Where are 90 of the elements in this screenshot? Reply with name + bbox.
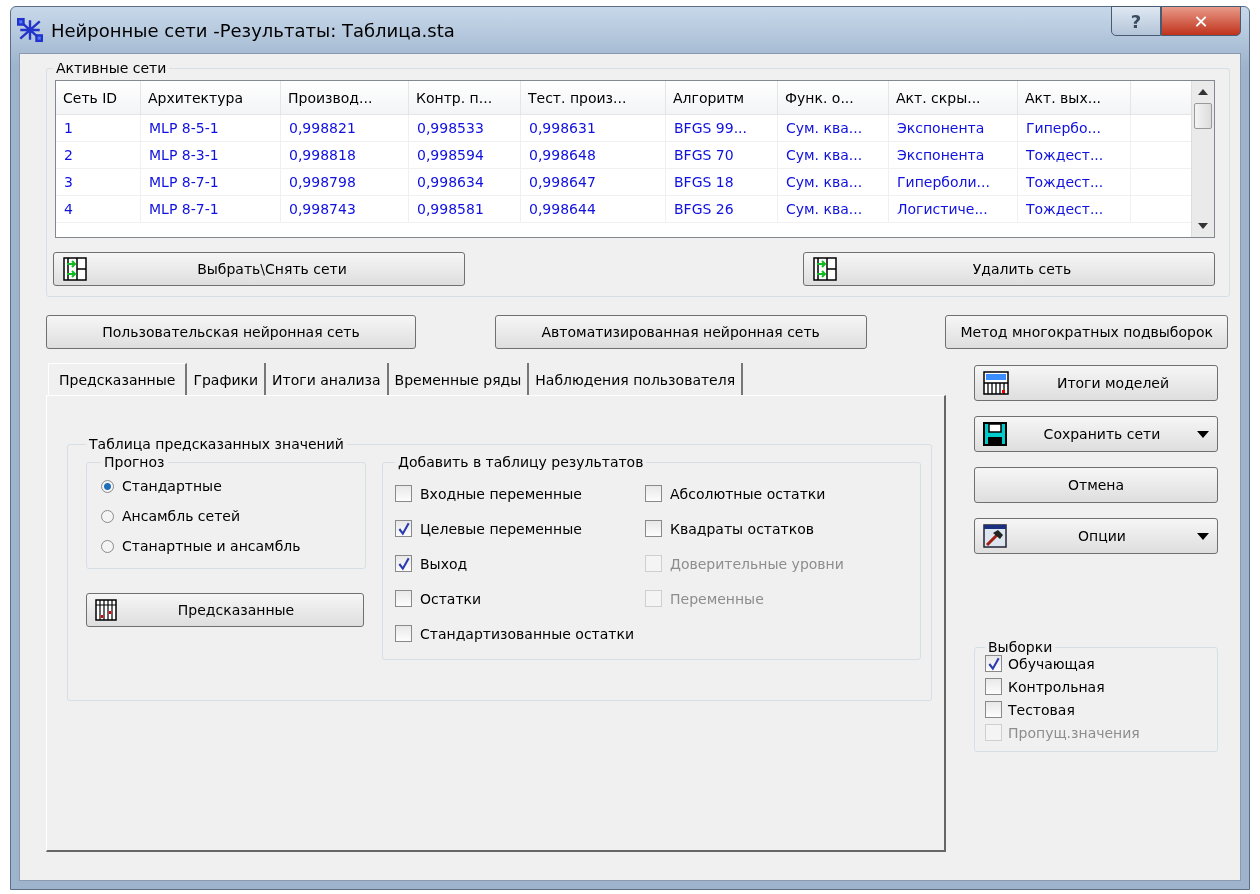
column-header[interactable]: Архитектура	[141, 81, 281, 114]
table-cell: MLP 8-7-1	[141, 196, 281, 222]
window-title: Нейронные сети -Результаты: Таблица.sta	[51, 19, 455, 41]
scroll-thumb[interactable]	[1194, 103, 1212, 129]
summary-button[interactable]: Итоги моделей	[974, 365, 1218, 401]
checkbox-option[interactable]: Выход	[395, 555, 645, 572]
group-label: Активные сети	[55, 60, 168, 76]
column-header[interactable]: Производ...	[281, 81, 409, 114]
group-label: Прогноз	[103, 454, 166, 470]
table-cell: 1	[56, 115, 141, 141]
column-header[interactable]: Тест. произ...	[521, 81, 666, 114]
table-cell: Сум. ква...	[778, 142, 889, 168]
table-cell: MLP 8-5-1	[141, 115, 281, 141]
table-cell: Тождест...	[1018, 196, 1131, 222]
table-cell: BFGS 70	[666, 142, 778, 168]
checkbox-option[interactable]: Квадраты остатков	[645, 520, 908, 537]
help-button[interactable]: ?	[1111, 6, 1161, 36]
predicted-button[interactable]: Предсказанные	[86, 593, 364, 627]
table-cell: 0,998798	[281, 169, 409, 195]
save-button[interactable]: Сохранить сети	[974, 416, 1218, 452]
table-cell: BFGS 26	[666, 196, 778, 222]
table-cell: Гипербо...	[1018, 115, 1131, 141]
radio-option[interactable]: Ансамбль сетей	[101, 508, 351, 524]
table-cell: Гиперболи...	[889, 169, 1018, 195]
table-cell: Логистиче...	[889, 196, 1018, 222]
table-cell: Сум. ква...	[778, 169, 889, 195]
action-button[interactable]: Выбрать\Снять сети	[53, 252, 465, 286]
checkbox-option[interactable]: Стандартизованные остатки	[395, 625, 645, 642]
group-label: Выборки	[987, 639, 1054, 655]
column-header[interactable]: Акт. скры...	[889, 81, 1018, 114]
table-icon	[95, 599, 117, 621]
check-icon	[986, 656, 1001, 671]
table-cell: 0,998821	[281, 115, 409, 141]
table-cell: 0,998594	[409, 142, 521, 168]
table-cell: 2	[56, 142, 141, 168]
scrollbar[interactable]	[1191, 81, 1214, 237]
table-cell: MLP 8-7-1	[141, 169, 281, 195]
column-header[interactable]: Сеть ID	[56, 81, 141, 114]
table-cell: Тождест...	[1018, 142, 1131, 168]
checkbox-option: Переменные	[645, 590, 908, 607]
options-button[interactable]: Опции	[974, 518, 1218, 554]
table-cell: Сум. ква...	[778, 196, 889, 222]
cancel-button[interactable]: Отмена	[974, 467, 1218, 503]
group-label: Добавить в таблицу результатов	[397, 454, 645, 470]
table-cell: 0,998647	[521, 169, 666, 195]
column-header[interactable]: Функ. о...	[778, 81, 889, 114]
checkbox-option[interactable]: Контрольная	[985, 678, 1207, 695]
table-cell: 0,998818	[281, 142, 409, 168]
tab[interactable]: Предсказанные	[48, 363, 188, 395]
table-cell: MLP 8-3-1	[141, 142, 281, 168]
radio-option[interactable]: Станартные и ансамбль	[101, 538, 351, 554]
table-cell: 3	[56, 169, 141, 195]
model-button[interactable]: Метод многократных подвыборок	[945, 315, 1228, 349]
network-icon	[17, 17, 43, 43]
table-cell: 0,998581	[409, 196, 521, 222]
checkbox-option[interactable]: Обучающая	[985, 655, 1207, 672]
checkbox-option[interactable]: Тестовая	[985, 701, 1207, 718]
checkbox-option: Пропущ.значения	[985, 724, 1207, 741]
table-cell: 0,998533	[409, 115, 521, 141]
group-label: Таблица предсказанных значений	[88, 436, 345, 452]
table-cell: 0,998648	[521, 142, 666, 168]
table-cell: 0,998743	[281, 196, 409, 222]
table-cell: Экспонента	[889, 142, 1018, 168]
model-button[interactable]: Автоматизированная нейронная сеть	[494, 315, 867, 349]
table-cell: BFGS 99...	[666, 115, 778, 141]
column-header[interactable]: Акт. вых...	[1018, 81, 1131, 114]
checkbox-option[interactable]: Целевые переменные	[395, 520, 645, 537]
table-cell: 0,998634	[409, 169, 521, 195]
floppy-icon	[983, 422, 1007, 446]
check-icon	[396, 556, 411, 571]
table-cell: 0,998644	[521, 196, 666, 222]
table-cell: Экспонента	[889, 115, 1018, 141]
checkbox-option[interactable]: Остатки	[395, 590, 645, 607]
action-button[interactable]: Удалить сеть	[803, 252, 1215, 286]
checkbox-option: Доверительные уровни	[645, 555, 908, 572]
close-button[interactable]: ✕	[1161, 6, 1241, 36]
checkbox-option[interactable]: Входные переменные	[395, 485, 645, 502]
table-cell: Сум. ква...	[778, 115, 889, 141]
table-cell: BFGS 18	[666, 169, 778, 195]
table-cell: 0,998631	[521, 115, 666, 141]
table-cell: Тождест...	[1018, 169, 1131, 195]
checkbox-option[interactable]: Абсолютные остатки	[645, 485, 908, 502]
model-button[interactable]: Пользовательская нейронная сеть	[46, 315, 416, 349]
table-cell: 4	[56, 196, 141, 222]
check-icon	[396, 521, 411, 536]
column-header[interactable]: Алгоритм	[666, 81, 778, 114]
hammer-icon	[983, 524, 1007, 548]
column-header[interactable]: Контр. п...	[409, 81, 521, 114]
radio-option[interactable]: Стандартные	[101, 478, 351, 494]
calculator-icon	[983, 371, 1009, 395]
